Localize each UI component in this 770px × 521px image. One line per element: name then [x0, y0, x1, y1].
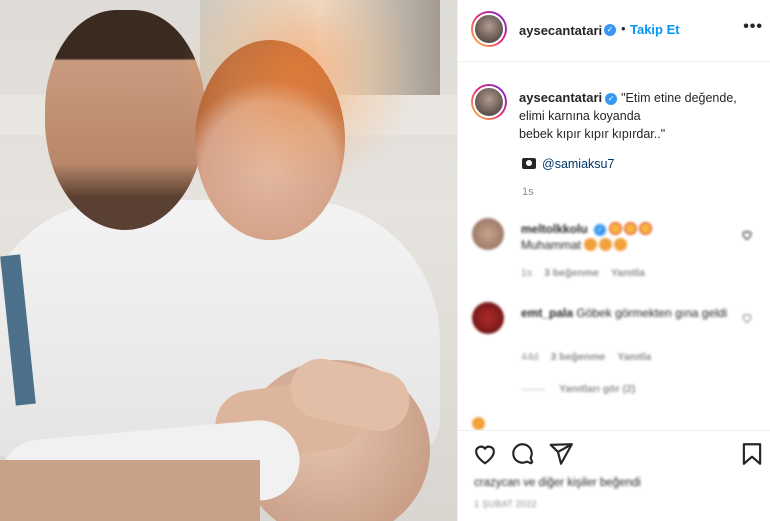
reply-button[interactable]: Yanıtla: [611, 267, 645, 279]
credit-mention-link[interactable]: @samiaksu7: [542, 157, 614, 171]
emoji-icon: [584, 238, 598, 251]
author-avatar[interactable]: [471, 11, 507, 47]
comment-meta: 44d 3 beğenme Yanıtla: [521, 351, 663, 363]
post-photo[interactable]: [0, 0, 457, 521]
follow-button[interactable]: Takip Et: [630, 22, 680, 37]
comment-meta: 1s 3 beğenme Yanıtla: [521, 267, 657, 279]
caption-timestamp: 1s: [522, 186, 534, 198]
comment-item-partial: [472, 417, 762, 430]
post-actions: crazycan ve diğer kişiler beğendi 1 ŞUBA…: [458, 430, 770, 521]
comment-body: Göbek görmekten gına geldi: [576, 306, 728, 320]
comment-time: 44d: [521, 351, 539, 363]
separator-dot: •: [621, 21, 626, 36]
commenter-avatar[interactable]: [472, 218, 504, 250]
comment-time: 1s: [521, 267, 533, 279]
share-paper-plane-icon[interactable]: [548, 441, 574, 467]
caption-line-3: bebek kıpır kıpır kıpırdar..": [519, 127, 666, 141]
comment-like-heart-icon[interactable]: [741, 312, 753, 324]
camera-icon: [522, 158, 536, 169]
photo-credit: @samiaksu7: [522, 157, 614, 171]
comment-likes[interactable]: 3 beğenme: [544, 267, 599, 279]
commenter-username[interactable]: meltolkkolu: [521, 222, 588, 236]
verified-badge-icon: ✓: [604, 24, 616, 36]
bookmark-icon[interactable]: [739, 441, 765, 467]
verified-badge-icon: ✓: [605, 92, 618, 105]
emoji-icon: [624, 222, 638, 235]
emoji-icon: [599, 238, 613, 251]
caption-line-1: "Etim etine değende,: [621, 91, 737, 105]
comment-text: emt_pala Göbek görmekten gına geldi: [521, 305, 731, 321]
commenter-avatar[interactable]: [472, 302, 504, 334]
commenter-username[interactable]: emt_pala: [521, 306, 573, 320]
post-date: 1 ŞUBAT 2022: [474, 499, 537, 509]
reply-button[interactable]: Yanıtla: [617, 351, 651, 363]
more-options-icon[interactable]: •••: [743, 18, 763, 36]
comments-list[interactable]: meltolkkolu ✓ Muhammat 1s 3 beğenme Yanıtl…: [458, 205, 770, 430]
comment-body: Muhammat: [521, 238, 582, 252]
caption-text: aysecantatari ✓ "Etim etine değende, elimi…: [519, 89, 759, 143]
emoji-icon: [609, 222, 623, 235]
arm-shape: [0, 460, 260, 521]
emoji-icon: [614, 238, 628, 251]
emoji-icon: [639, 222, 653, 235]
post-caption: aysecantatari ✓ "Etim etine değende, elimi…: [458, 62, 770, 202]
emoji-icon: [472, 417, 485, 430]
likes-summary[interactable]: crazycan ve diğer kişiler beğendi: [474, 477, 641, 489]
comment-likes[interactable]: 3 beğenme: [551, 351, 606, 363]
view-replies-button[interactable]: Yanıtları gör (2): [521, 383, 635, 395]
comment-like-heart-icon[interactable]: [741, 229, 753, 241]
like-heart-icon[interactable]: [472, 441, 498, 467]
post-side-panel: aysecantatari ✓ • Takip Et ••• aysecanta…: [457, 0, 770, 521]
caption-line-2: elimi karnına koyanda: [519, 109, 641, 123]
caption-avatar[interactable]: [471, 84, 507, 120]
sun-flare: [170, 0, 430, 180]
comment-bubble-icon[interactable]: [510, 441, 536, 467]
verified-badge-icon: ✓: [594, 223, 607, 236]
post-header: aysecantatari ✓ • Takip Et •••: [458, 0, 770, 62]
caption-username[interactable]: aysecantatari: [519, 90, 602, 105]
comment-text: meltolkkolu ✓ Muhammat: [521, 221, 731, 253]
author-username[interactable]: aysecantatari: [519, 23, 602, 38]
